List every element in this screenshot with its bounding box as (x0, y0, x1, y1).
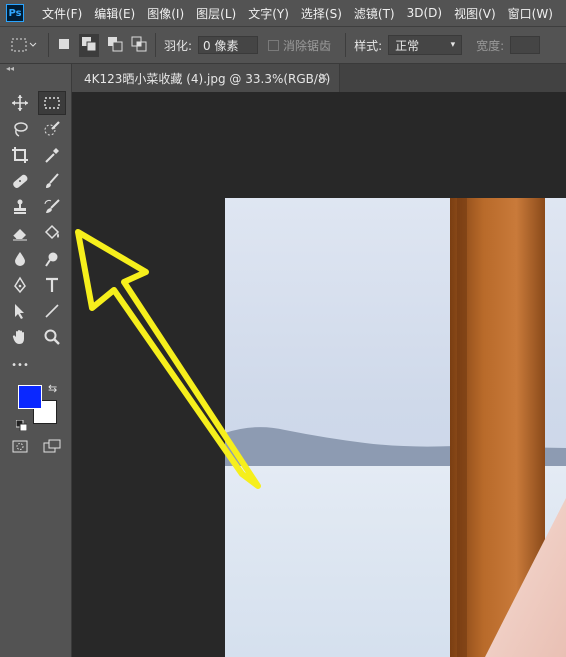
stamp-icon (14, 199, 26, 214)
history-brush-tool[interactable] (38, 195, 66, 219)
add-selection-icon[interactable] (79, 33, 99, 57)
lasso-tool[interactable] (6, 117, 34, 141)
quick-mask-icon (12, 440, 28, 453)
photoshop-logo[interactable]: Ps (6, 4, 24, 22)
brush-tool[interactable] (38, 169, 66, 193)
style-select-value: 正常 (395, 38, 420, 53)
line-icon (45, 304, 59, 318)
hand-icon (12, 330, 24, 344)
move-tool[interactable] (6, 91, 34, 115)
lasso-icon (14, 122, 28, 137)
marquee-preset-icon[interactable] (10, 36, 40, 54)
clone-stamp-tool[interactable] (6, 195, 34, 219)
menu-filter[interactable]: 滤镜(T) (354, 5, 395, 22)
feather-label: 羽化: (164, 38, 193, 53)
antialias-label: 消除锯齿 (283, 38, 332, 53)
menu-edit[interactable]: 编辑(E) (94, 5, 135, 22)
type-icon (46, 277, 58, 292)
arrow-cursor-icon (15, 304, 24, 319)
feather-input[interactable]: 0 像素 (198, 36, 259, 54)
bandage-icon (13, 174, 28, 188)
quick-selection-tool[interactable] (38, 117, 66, 141)
chevron-down-icon: ▾ (450, 40, 456, 50)
style-select[interactable]: 正常 ▾ (388, 35, 463, 55)
width-label: 宽度: (476, 38, 505, 53)
screen-mode-icon (43, 439, 61, 453)
dodge-tool[interactable] (38, 247, 66, 271)
menu-bar: Ps 文件(F) 编辑(E) 图像(I) 图层(L) 文字(Y) 选择(S) 滤… (0, 0, 566, 26)
intersect-selection-icon[interactable] (131, 36, 147, 55)
quick-mask-button[interactable] (6, 434, 34, 458)
menu-window[interactable]: 窗口(W) (508, 5, 553, 22)
eyedropper-tool[interactable] (38, 143, 66, 167)
paint-bucket-icon (44, 224, 60, 240)
move-icon (12, 95, 28, 111)
magnifier-icon (44, 329, 60, 345)
close-icon[interactable]: × (318, 70, 329, 85)
blur-tool[interactable] (6, 247, 34, 271)
eraser-icon (12, 229, 27, 241)
edit-toolbar-button[interactable]: ••• (6, 353, 34, 377)
crop-icon (12, 147, 28, 163)
swap-colors-icon[interactable]: ⇆ (48, 382, 57, 395)
pen-icon (14, 276, 26, 294)
type-tool[interactable] (38, 273, 66, 297)
droplet-icon (15, 252, 25, 266)
options-bar: 羽化: 0 像素 消除锯齿 样式: 正常 ▾ 宽度: (0, 26, 566, 64)
document-tab-bar: 4K123晒小菜收藏 (4).jpg @ 33.3%(RGB/8) × (72, 64, 566, 92)
antialias-checkbox[interactable] (268, 39, 280, 51)
document-tab[interactable]: 4K123晒小菜收藏 (4).jpg @ 33.3%(RGB/8) × (72, 64, 340, 92)
healing-brush-tool[interactable] (6, 169, 34, 193)
document-tab-title: 4K123晒小菜收藏 (4).jpg @ 33.3%(RGB/8) (84, 71, 331, 86)
pen-tool[interactable] (6, 273, 34, 297)
path-selection-tool[interactable] (6, 299, 34, 323)
menu-type[interactable]: 文字(Y) (248, 5, 289, 22)
quick-selection-icon (44, 121, 60, 136)
crop-tool[interactable] (6, 143, 34, 167)
menu-view[interactable]: 视图(V) (454, 5, 496, 22)
menu-select[interactable]: 选择(S) (301, 5, 342, 22)
divider (48, 33, 49, 57)
eraser-tool[interactable] (6, 221, 34, 245)
menu-layer[interactable]: 图层(L) (196, 5, 236, 22)
rectangular-marquee-tool[interactable] (38, 91, 66, 115)
marquee-icon (44, 97, 60, 109)
eyedropper-icon (45, 148, 59, 163)
line-tool[interactable] (38, 299, 66, 323)
screen-mode-button[interactable] (38, 434, 66, 458)
tools-panel: ◂◂ ••• ⇆ (0, 64, 72, 657)
canvas-image[interactable] (225, 198, 566, 657)
divider (345, 33, 347, 57)
subtract-selection-icon[interactable] (107, 36, 123, 55)
hand-tool[interactable] (6, 325, 34, 349)
dodge-icon (45, 252, 58, 267)
paint-bucket-tool[interactable] (38, 221, 66, 245)
menu-file[interactable]: 文件(F) (42, 5, 82, 22)
new-selection-icon[interactable] (57, 37, 71, 54)
menu-image[interactable]: 图像(I) (147, 5, 184, 22)
zoom-tool[interactable] (38, 325, 66, 349)
width-input[interactable] (510, 36, 541, 54)
divider (155, 33, 156, 57)
default-colors-icon[interactable] (15, 416, 28, 435)
brush-icon (46, 173, 59, 188)
menu-3d[interactable]: 3D(D) (407, 6, 442, 20)
style-label: 样式: (354, 38, 383, 53)
history-brush-icon (44, 199, 60, 213)
foreground-color-swatch[interactable] (18, 385, 42, 409)
collapse-toolbar-icon[interactable]: ◂◂ (6, 64, 14, 73)
